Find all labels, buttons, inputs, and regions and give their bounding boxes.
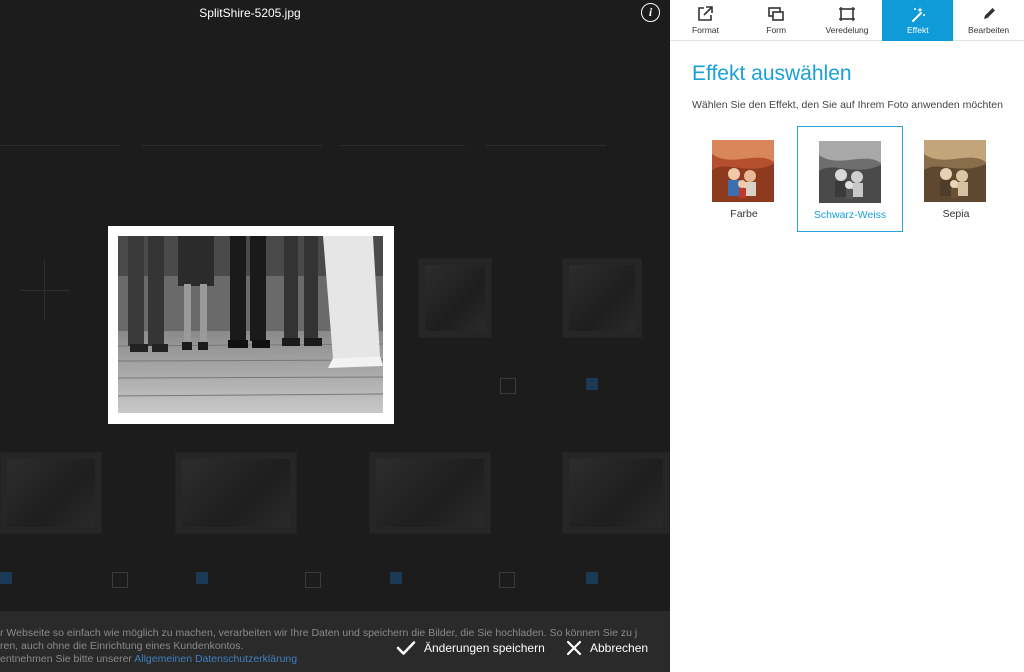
pencil-icon bbox=[980, 5, 998, 23]
effect-option-schwarz-weiss[interactable]: Schwarz-Weiss bbox=[797, 126, 903, 232]
background-badge bbox=[0, 572, 12, 584]
save-changes-button[interactable]: Änderungen speichern bbox=[396, 640, 549, 656]
editor-tabs: Format Form Veredelung Effekt Bearbeiten bbox=[670, 0, 1024, 41]
background-thumbnail bbox=[562, 258, 642, 338]
photo-preview-frame bbox=[108, 226, 394, 424]
effect-label: Sepia bbox=[942, 208, 970, 220]
background-badge bbox=[586, 572, 598, 584]
background-select bbox=[340, 124, 465, 146]
background-thumbnail bbox=[562, 452, 670, 534]
privacy-policy-link[interactable]: Allgemeinen Datenschutzerklärung bbox=[134, 653, 297, 665]
background-plus bbox=[112, 572, 128, 588]
tab-veredelung[interactable]: Veredelung bbox=[812, 0, 883, 41]
background-plus bbox=[499, 572, 515, 588]
effect-thumbnail-bw bbox=[819, 141, 881, 203]
external-link-icon bbox=[696, 5, 714, 23]
checkmark-icon bbox=[396, 640, 416, 656]
frame-icon bbox=[838, 5, 856, 23]
background-plus bbox=[500, 378, 516, 394]
close-icon bbox=[566, 640, 582, 656]
cookie-notice-text: entnehmen Sie bitte unserer bbox=[0, 653, 135, 665]
editor-overlay: SplitShire-5205.jpg i r Webseite so einf… bbox=[0, 0, 670, 672]
info-icon[interactable]: i bbox=[641, 3, 660, 22]
tab-label: Format bbox=[691, 25, 719, 35]
background-select bbox=[142, 124, 322, 146]
shapes-icon bbox=[767, 5, 785, 23]
effect-option-sepia[interactable]: Sepia bbox=[903, 126, 1009, 232]
tab-bearbeiten[interactable]: Bearbeiten bbox=[953, 0, 1024, 41]
tab-label: Bearbeiten bbox=[968, 25, 1010, 35]
effect-label: Schwarz-Weiss bbox=[813, 209, 887, 221]
cancel-label: Abbrechen bbox=[590, 641, 649, 655]
tab-effekt[interactable]: Effekt bbox=[882, 0, 954, 41]
background-select bbox=[486, 124, 606, 146]
panel-title: Effekt auswählen bbox=[692, 62, 852, 85]
bottom-action-bar: r Webseite so einfach wie möglich zu mac… bbox=[0, 611, 670, 672]
effect-panel: Format Form Veredelung Effekt Bearbeiten bbox=[670, 0, 1024, 672]
cookie-notice-line: entnehmen Sie bitte unserer Allgemeinen … bbox=[0, 653, 297, 665]
background-thumbnail bbox=[418, 258, 492, 338]
tab-label: Effekt bbox=[907, 25, 929, 35]
effect-label: Farbe bbox=[730, 208, 758, 220]
cancel-button[interactable]: Abbrechen bbox=[566, 640, 649, 656]
tab-label: Form bbox=[766, 25, 787, 35]
background-thumbnail bbox=[369, 452, 491, 534]
background-badge bbox=[586, 378, 598, 390]
background-plus bbox=[305, 572, 321, 588]
tab-label: Veredelung bbox=[825, 25, 869, 35]
magic-wand-icon bbox=[909, 5, 927, 23]
panel-subtitle: Wählen Sie den Effekt, den Sie auf Ihrem… bbox=[692, 99, 1003, 111]
photo-preview bbox=[118, 236, 383, 413]
tab-form[interactable]: Form bbox=[741, 0, 812, 41]
cookie-notice-line: ren, auch ohne die Einrichtung eines Kun… bbox=[0, 640, 244, 652]
save-changes-label: Änderungen speichern bbox=[424, 641, 545, 655]
effect-thumbnail-sepia bbox=[924, 140, 986, 202]
add-photo-placeholder bbox=[20, 260, 70, 320]
effect-thumbnail-color bbox=[712, 140, 774, 202]
tab-format[interactable]: Format bbox=[670, 0, 741, 41]
background-badge bbox=[390, 572, 402, 584]
file-name: SplitShire-5205.jpg bbox=[199, 6, 301, 20]
effect-option-farbe[interactable]: Farbe bbox=[691, 126, 797, 232]
background-badge bbox=[196, 572, 208, 584]
cookie-notice-line: r Webseite so einfach wie möglich zu mac… bbox=[0, 627, 638, 639]
background-select bbox=[0, 124, 120, 146]
background-thumbnail bbox=[175, 452, 297, 534]
background-thumbnail bbox=[0, 452, 102, 534]
